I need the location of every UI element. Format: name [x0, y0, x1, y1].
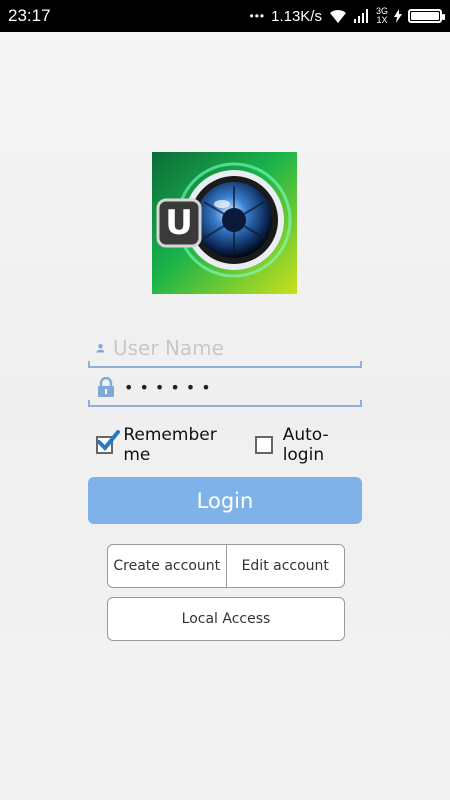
- status-time: 23:17: [8, 6, 51, 25]
- login-button[interactable]: Login: [88, 477, 362, 524]
- network-speed: 1.13K/s: [271, 7, 322, 25]
- password-field[interactable]: ••••••: [88, 369, 362, 407]
- status-icons: ••• 1.13K/s 3G 1X: [249, 7, 445, 25]
- network-type-bottom: 1X: [376, 15, 388, 25]
- battery-fill: [411, 12, 439, 20]
- logo-letter: U: [165, 203, 193, 243]
- wifi-icon: [329, 9, 346, 23]
- auto-login-checkbox[interactable]: [255, 436, 273, 454]
- username-input[interactable]: [113, 336, 362, 360]
- signal-icon: [353, 9, 368, 23]
- username-field[interactable]: [88, 330, 362, 368]
- password-input[interactable]: ••••••: [124, 378, 217, 397]
- notification-dots: •••: [249, 9, 266, 23]
- network-type: 3G 1X: [376, 7, 388, 25]
- edit-account-button[interactable]: Edit account: [227, 545, 345, 587]
- remember-me-label[interactable]: Remember me: [123, 425, 243, 465]
- app-logo: U: [152, 152, 297, 294]
- create-account-button[interactable]: Create account: [108, 545, 226, 587]
- lock-icon: [98, 377, 114, 397]
- account-buttons: Create account Edit account: [107, 544, 345, 588]
- user-icon: [96, 343, 105, 353]
- local-access-button[interactable]: Local Access: [107, 597, 345, 641]
- battery-icon: [408, 9, 445, 23]
- login-options: Remember me Auto-login: [96, 425, 366, 465]
- checkmark-icon: [97, 430, 120, 451]
- status-bar: 23:17 ••• 1.13K/s 3G 1X: [0, 0, 450, 32]
- remember-me-checkbox[interactable]: [96, 430, 120, 454]
- charging-icon: [394, 9, 402, 23]
- auto-login-label[interactable]: Auto-login: [283, 425, 366, 465]
